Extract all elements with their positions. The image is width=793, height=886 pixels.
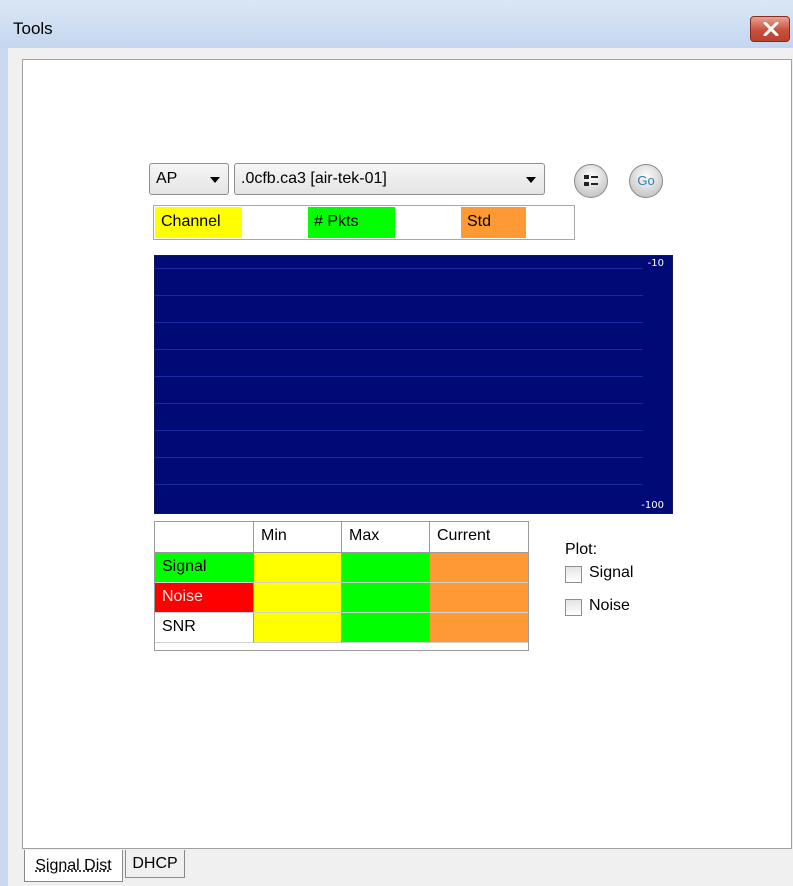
signal-stats-table: Min Max Current Signal Noise SNR: [154, 521, 529, 651]
tab-dhcp[interactable]: DHCP: [125, 850, 185, 878]
grid-line: [155, 349, 643, 350]
noise-current: [430, 583, 528, 613]
go-button[interactable]: Go: [629, 164, 663, 198]
tools-window: Tools AP .0cfb.ca3 [air-tek-01] Go Chann…: [0, 0, 793, 886]
type-select[interactable]: AP: [149, 163, 229, 195]
checkbox-box[interactable]: [565, 599, 582, 616]
channel-label: Channel: [161, 213, 221, 230]
chevron-down-icon: [526, 177, 536, 183]
row-label-signal: Signal: [155, 553, 254, 583]
signal-max: [342, 553, 430, 583]
chevron-down-icon: [210, 177, 220, 183]
plot-label: Plot:: [565, 541, 598, 558]
go-button-label: Go: [637, 173, 655, 188]
grid-line: [155, 295, 643, 296]
std-label: Std: [467, 213, 492, 230]
channel-value: [242, 207, 308, 238]
checkbox-box[interactable]: [565, 566, 582, 583]
signal-min: [254, 553, 342, 583]
device-select-value: .0cfb.ca3 [air-tek-01]: [241, 170, 387, 187]
device-select[interactable]: .0cfb.ca3 [air-tek-01]: [234, 163, 545, 195]
pkts-label-cell: # Pkts: [308, 207, 395, 238]
type-select-value: AP: [156, 170, 178, 187]
table-header: Max: [342, 522, 430, 553]
plot-signal-label: Signal: [589, 564, 634, 581]
close-button[interactable]: [750, 16, 790, 42]
snr-current: [430, 613, 528, 643]
plot-noise-checkbox[interactable]: Noise: [565, 597, 645, 619]
stats-bar: Channel # Pkts Std: [153, 205, 575, 240]
grid-line: [155, 457, 643, 458]
list-button[interactable]: [574, 164, 608, 198]
row-label-snr: SNR: [155, 613, 254, 643]
channel-label-cell: Channel: [155, 207, 242, 238]
snr-min: [254, 613, 342, 643]
list-icon: [584, 175, 598, 186]
y-max-label: -10: [647, 258, 664, 269]
window-title: Tools: [13, 19, 53, 38]
tab-signal-dist[interactable]: Signal Dist: [24, 850, 123, 882]
grid-line: [155, 376, 643, 377]
signal-chart: -10 -100: [154, 255, 673, 514]
std-value: [526, 207, 574, 238]
grid-line: [155, 403, 643, 404]
snr-max: [342, 613, 430, 643]
grid-line: [155, 430, 643, 431]
plot-noise-label: Noise: [589, 597, 630, 614]
pkts-label: # Pkts: [314, 213, 359, 230]
close-icon: [763, 22, 779, 36]
signal-current: [430, 553, 528, 583]
signal-dist-panel: AP .0cfb.ca3 [air-tek-01] Go Channel # P…: [22, 59, 792, 849]
pkts-value: [395, 207, 461, 238]
noise-max: [342, 583, 430, 613]
grid-line: [155, 322, 643, 323]
title-bar[interactable]: Tools: [0, 0, 793, 48]
std-label-cell: Std: [461, 207, 526, 238]
plot-signal-checkbox[interactable]: Signal: [565, 564, 645, 586]
table-header: Current: [430, 522, 528, 553]
row-label-noise: Noise: [155, 583, 254, 613]
grid-line: [155, 484, 643, 485]
client-area: AP .0cfb.ca3 [air-tek-01] Go Channel # P…: [8, 48, 793, 886]
table-header: [155, 522, 254, 553]
noise-min: [254, 583, 342, 613]
table-header: Min: [254, 522, 342, 553]
y-min-label: -100: [641, 500, 664, 511]
grid-line: [155, 268, 643, 269]
